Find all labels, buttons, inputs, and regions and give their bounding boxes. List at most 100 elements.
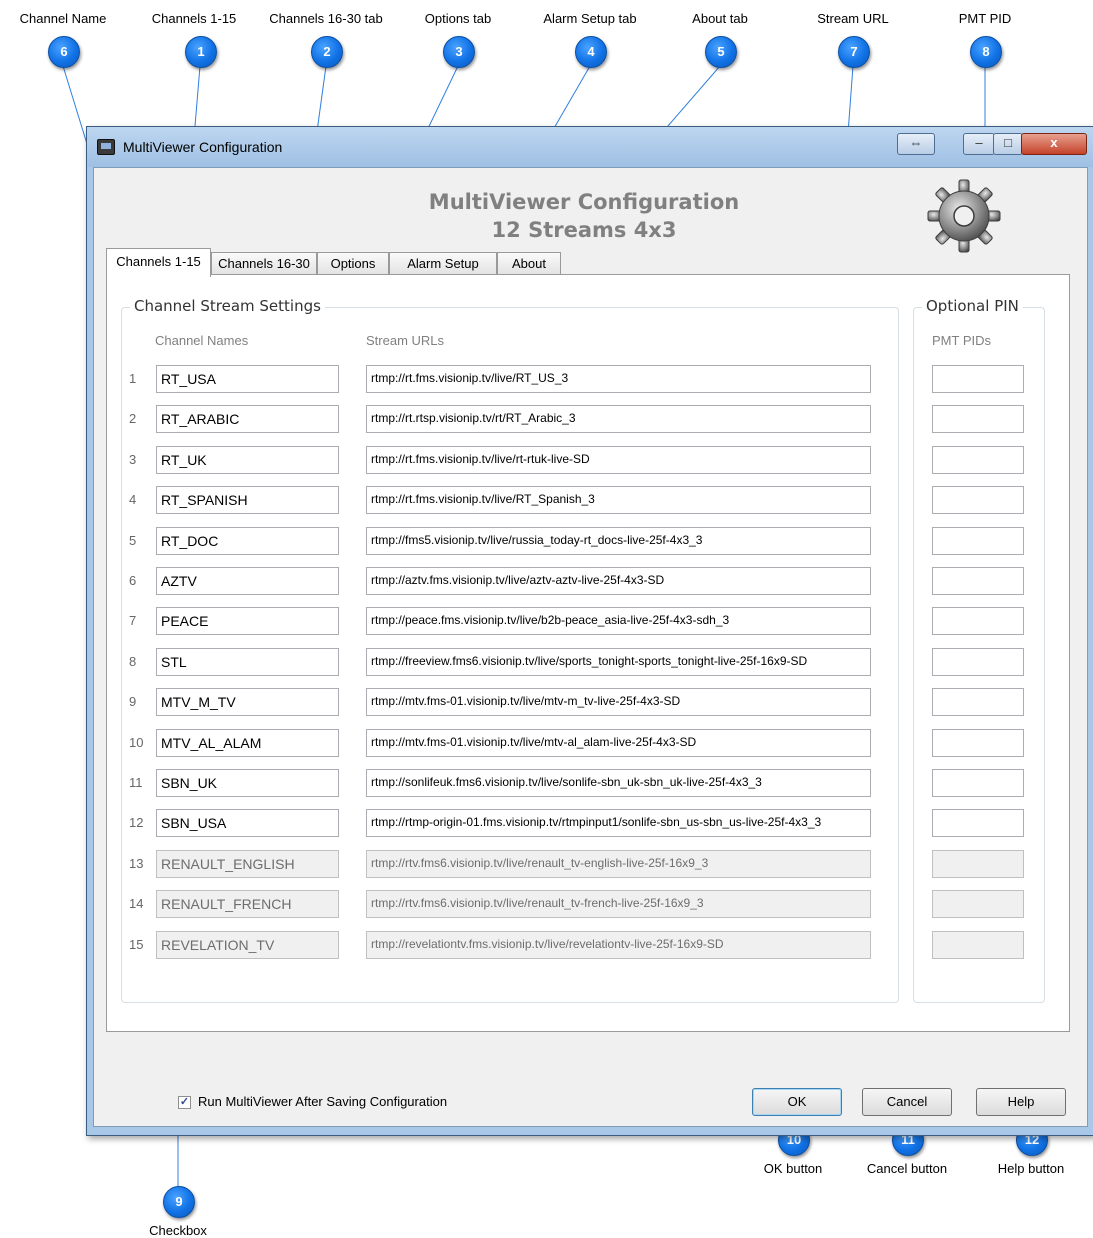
channel-name-field[interactable]: RT_USA <box>156 365 339 393</box>
callout-label-alarm-setup-tab: Alarm Setup tab <box>543 11 637 26</box>
row-number: 5 <box>129 533 137 548</box>
stream-url-field[interactable]: rtmp://peace.fms.visionip.tv/live/b2b-pe… <box>366 607 871 635</box>
stream-url-field[interactable]: rtmp://revelationtv.fms.visionip.tv/live… <box>366 931 871 959</box>
callout-label-ok-button: OK button <box>763 1161 823 1176</box>
callout-label-stream-url: Stream URL <box>817 11 889 26</box>
channel-name-field[interactable]: PEACE <box>156 607 339 635</box>
row-number: 10 <box>129 735 144 750</box>
stream-url-field[interactable]: rtmp://freeview.fms6.visionip.tv/live/sp… <box>366 648 871 676</box>
callout-badge-8: 8 <box>970 36 1002 68</box>
gear-icon <box>927 179 1001 253</box>
channel-names-header: Channel Names <box>155 333 249 348</box>
pmt-pid-field[interactable] <box>932 567 1024 595</box>
ok-button[interactable]: OK <box>752 1088 842 1116</box>
row-number: 6 <box>129 573 137 588</box>
window-client-area: MultiViewer Configuration 12 Streams 4x3 <box>93 167 1088 1127</box>
pmt-pid-field[interactable] <box>932 809 1024 837</box>
channel-name-field[interactable]: STL <box>156 648 339 676</box>
app-icon <box>97 139 115 155</box>
row-number: 4 <box>129 492 137 507</box>
cancel-button[interactable]: Cancel <box>862 1088 952 1116</box>
minimize-button[interactable]: – <box>963 133 995 155</box>
callout-label-help-button: Help button <box>997 1161 1065 1176</box>
stream-urls-header: Stream URLs <box>366 333 445 348</box>
pmt-pid-field[interactable] <box>932 365 1024 393</box>
row-number: 3 <box>129 452 137 467</box>
stream-url-field[interactable]: rtmp://rtv.fms6.visionip.tv/live/renault… <box>366 890 871 918</box>
pmt-pid-field[interactable] <box>932 527 1024 555</box>
callout-badge-3: 3 <box>443 36 475 68</box>
optional-pin-title: Optional PIN <box>922 297 1023 315</box>
header-title-line1: MultiViewer Configuration <box>428 190 740 214</box>
channel-name-field[interactable]: SBN_USA <box>156 809 339 837</box>
callout-badge-1: 1 <box>185 36 217 68</box>
channel-name-field[interactable]: MTV_M_TV <box>156 688 339 716</box>
stream-url-field[interactable]: rtmp://fms5.visionip.tv/live/russia_toda… <box>366 527 871 555</box>
pmt-pid-field[interactable] <box>932 931 1024 959</box>
run-after-save-checkbox[interactable]: ✓ <box>178 1096 191 1109</box>
pmt-pid-field[interactable] <box>932 648 1024 676</box>
callout-label-channels-1-15: Channels 1-15 <box>151 11 237 26</box>
row-number: 15 <box>129 937 144 952</box>
channel-name-field[interactable]: RENAULT_ENGLISH <box>156 850 339 878</box>
header-title-line2: 12 Streams 4x3 <box>491 218 677 242</box>
callout-badge-4: 4 <box>575 36 607 68</box>
callout-label-channels-16-30-tab: Channels 16-30 tab <box>269 11 383 26</box>
pmt-pid-field[interactable] <box>932 607 1024 635</box>
channel-name-field[interactable]: RT_UK <box>156 446 339 474</box>
row-number: 8 <box>129 654 137 669</box>
pmt-pid-field[interactable] <box>932 688 1024 716</box>
channel-name-field[interactable]: RT_ARABIC <box>156 405 339 433</box>
pmt-pid-field[interactable] <box>932 729 1024 757</box>
tab-channels-1-15[interactable]: Channels 1-15 <box>106 248 211 277</box>
callout-badge-2: 2 <box>311 36 343 68</box>
stream-url-field[interactable]: rtmp://rt.fms.visionip.tv/live/rt-rtuk-l… <box>366 446 871 474</box>
callout-label-cancel-button: Cancel button <box>866 1161 948 1176</box>
tab-options[interactable]: Options <box>317 252 389 275</box>
channel-name-field[interactable]: REVELATION_TV <box>156 931 339 959</box>
callout-badge-9: 9 <box>163 1186 195 1218</box>
pmt-pid-field[interactable] <box>932 486 1024 514</box>
callout-badge-5: 5 <box>705 36 737 68</box>
stream-url-field[interactable]: rtmp://rt.rtsp.visionip.tv/rt/RT_Arabic_… <box>366 405 871 433</box>
tab-alarm-setup[interactable]: Alarm Setup <box>389 252 497 275</box>
pmt-pid-field[interactable] <box>932 890 1024 918</box>
stream-url-field[interactable]: rtmp://rt.fms.visionip.tv/live/RT_Spanis… <box>366 486 871 514</box>
row-number: 1 <box>129 371 137 386</box>
stream-url-field[interactable]: rtmp://mtv.fms-01.visionip.tv/live/mtv-m… <box>366 688 871 716</box>
channel-name-field[interactable]: RT_SPANISH <box>156 486 339 514</box>
row-number: 9 <box>129 694 137 709</box>
callout-badge-7: 7 <box>838 36 870 68</box>
channel-name-field[interactable]: RT_DOC <box>156 527 339 555</box>
channel-name-field[interactable]: RENAULT_FRENCH <box>156 890 339 918</box>
row-number: 12 <box>129 815 144 830</box>
pmt-pid-field[interactable] <box>932 446 1024 474</box>
row-number: 11 <box>129 775 143 790</box>
resize-button[interactable]: ⇔ <box>897 133 935 155</box>
stream-url-field[interactable]: rtmp://rtmp-origin-01.fms.visionip.tv/rt… <box>366 809 871 837</box>
maximize-button[interactable]: □ <box>993 133 1023 155</box>
pmt-pid-field[interactable] <box>932 850 1024 878</box>
row-number: 7 <box>129 613 137 628</box>
stream-url-field[interactable]: rtmp://rtv.fms6.visionip.tv/live/renault… <box>366 850 871 878</box>
row-number: 13 <box>129 856 144 871</box>
pmt-pid-field[interactable] <box>932 769 1024 797</box>
channel-name-field[interactable]: AZTV <box>156 567 339 595</box>
tab-about[interactable]: About <box>497 252 561 275</box>
help-button[interactable]: Help <box>976 1088 1066 1116</box>
channels-tab-panel: Channel Stream Settings Optional PIN Cha… <box>106 274 1070 1032</box>
channel-name-field[interactable]: SBN_UK <box>156 769 339 797</box>
stream-url-field[interactable]: rtmp://aztv.fms.visionip.tv/live/aztv-az… <box>366 567 871 595</box>
callout-label-options-tab: Options tab <box>424 11 492 26</box>
multiviewer-config-window: MultiViewer Configuration ⇔ – □ x MultiV… <box>86 126 1093 1136</box>
title-bar[interactable]: MultiViewer Configuration ⇔ – □ x <box>87 127 1093 167</box>
stream-url-field[interactable]: rtmp://rt.fms.visionip.tv/live/RT_US_3 <box>366 365 871 393</box>
pmt-pid-field[interactable] <box>932 405 1024 433</box>
tab-channels-16-30[interactable]: Channels 16-30 <box>211 252 317 275</box>
pmt-pids-header: PMT PIDs <box>932 333 991 348</box>
channel-name-field[interactable]: MTV_AL_ALAM <box>156 729 339 757</box>
stream-url-field[interactable]: rtmp://sonlifeuk.fms6.visionip.tv/live/s… <box>366 769 871 797</box>
stream-url-field[interactable]: rtmp://mtv.fms-01.visionip.tv/live/mtv-a… <box>366 729 871 757</box>
run-after-save-label: Run MultiViewer After Saving Configurati… <box>198 1094 448 1109</box>
close-button[interactable]: x <box>1021 133 1087 155</box>
